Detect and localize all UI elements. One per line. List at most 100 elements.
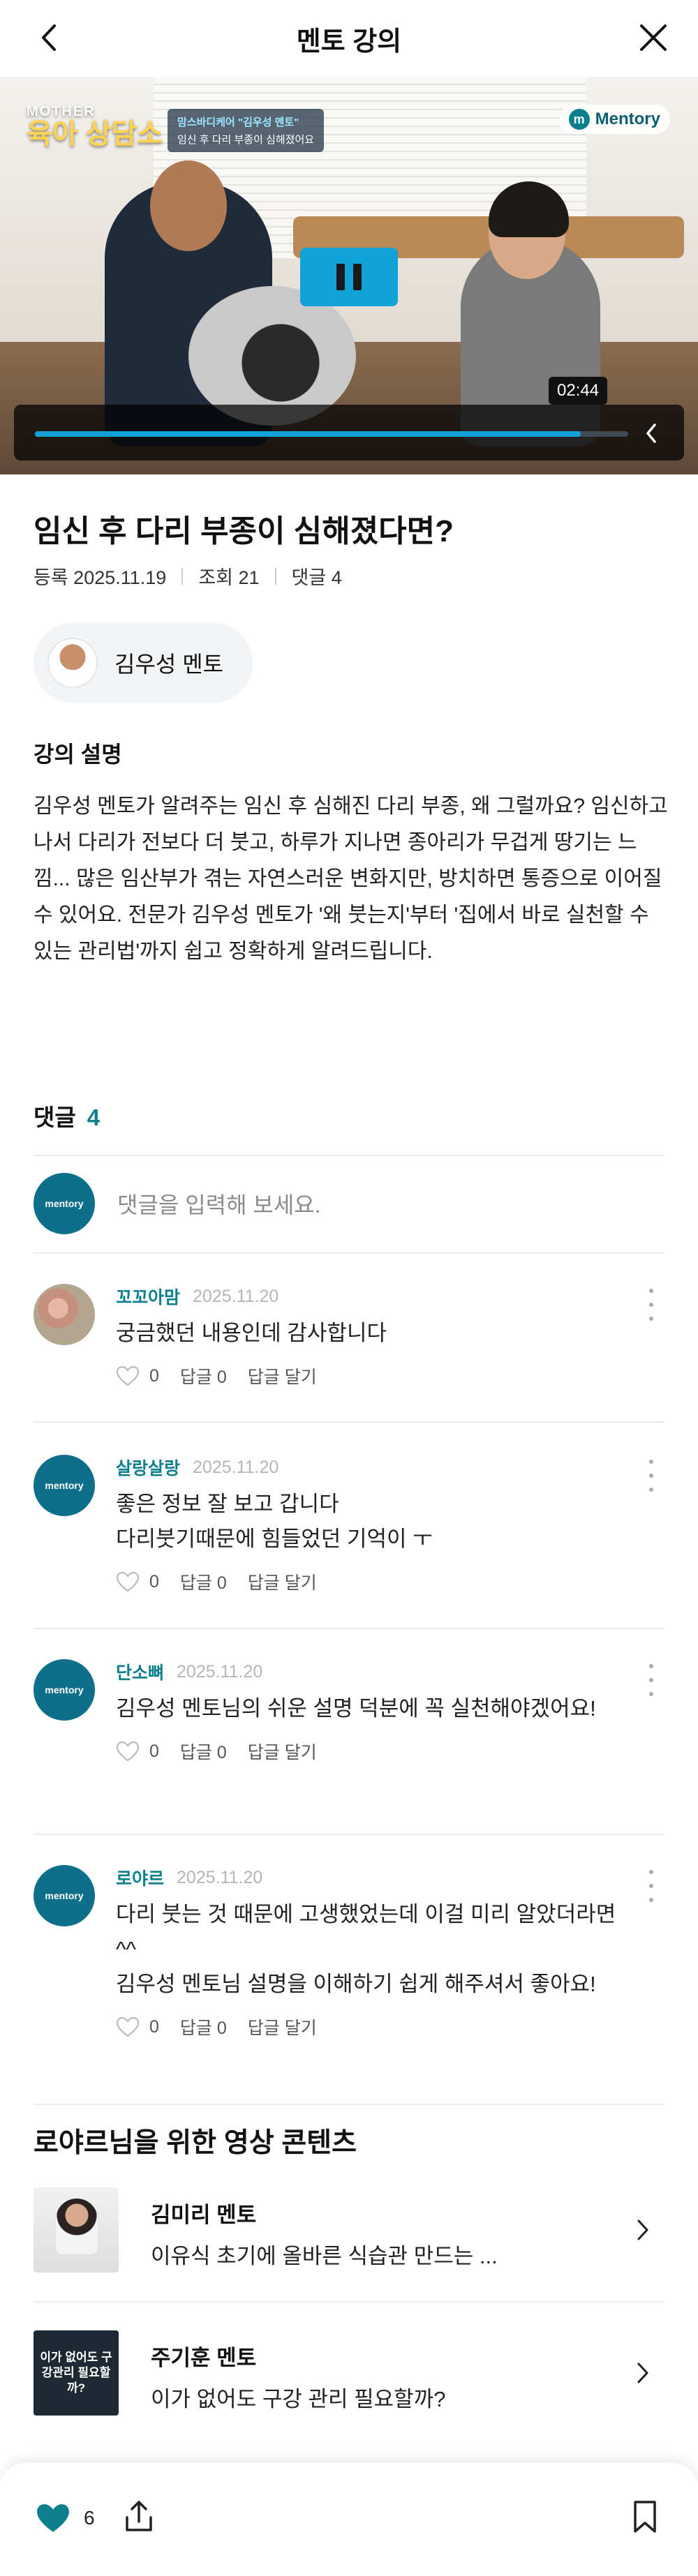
comment-date: 2025.11.20 [177,1661,263,1682]
recommend-item[interactable]: 김미리 멘토 이유식 초기에 올바른 식습관 만드는 ... [34,2187,664,2272]
reply-button[interactable]: 답글 달기 [248,1363,317,1388]
mentor-chip[interactable]: 김우성 멘토 [34,622,253,703]
divider [274,567,276,585]
mentor-avatar [47,638,98,688]
recommend-lecture: 이유식 초기에 올바른 식습관 만드는 ... [151,2244,498,2268]
recommend-heading: 로야르님을 위한 영상 콘텐츠 [34,2128,357,2158]
reply-count: 답글 0 [179,1743,227,1762]
like-button[interactable]: 0 [116,2016,159,2037]
comment-item: mentory 살랑살랑 2025.11.20 좋은 정보 잘 보고 갑니다 다… [34,1455,664,1593]
share-button[interactable] [123,2499,155,2538]
heart-outline-icon [116,1741,140,1762]
comment-item: mentory 단소뼈 2025.11.20 김우성 멘토님의 쉬운 설명 덕분… [34,1659,664,1792]
back-button[interactable] [28,17,70,59]
avatar [34,1284,95,1345]
like-button[interactable]: 0 [116,1571,159,1592]
comment-author: 로야르 [116,1869,165,1889]
like-button[interactable]: 0 [116,1741,159,1762]
comment-text: 좋은 정보 잘 보고 갑니다 다리붓기때문에 힘들었던 기억이 ㅜ [116,1492,433,1551]
comment-item: mentory 로야르 2025.11.20 다리 붓는 것 때문에 고생했었는… [34,1865,664,2074]
recommend-item[interactable]: 이가 없어도 구강관리 필요할까? 주기훈 멘토 이가 없어도 구강 관리 필요… [34,2330,664,2416]
current-time: 02:44 [549,377,608,405]
divider [34,1252,664,1254]
comments-count: 4 [87,1104,101,1130]
bottom-action-bar: 6 [0,2463,698,2576]
registered-date: 등록 2025.11.19 [34,567,167,588]
show-logo: MOTHER 육아 상담소 [27,104,163,149]
comment-text: 김우성 멘토님의 쉬운 설명 덕분에 꼭 실천해야겠어요! [116,1696,596,1721]
avatar: mentory [34,1865,95,1926]
reply-button[interactable]: 답글 달기 [248,1569,317,1594]
progress-bar[interactable] [35,431,628,437]
reply-button[interactable]: 답글 달기 [248,1739,317,1764]
kebab-icon [649,1460,653,1464]
description-heading: 강의 설명 [34,742,122,767]
comment-author: 꼬꼬아맘 [116,1288,181,1308]
share-icon [126,2501,152,2531]
comment-input[interactable]: mentory 댓글을 입력해 보세요. [34,1172,664,1235]
recommend-lecture: 이가 없어도 구강 관리 필요할까? [151,2387,446,2411]
recommend-mentor: 주기훈 멘토 [151,2346,257,2370]
like-count: 6 [84,2507,95,2529]
avatar: mentory [34,1455,95,1516]
divider [34,2104,664,2105]
comment-input-placeholder[interactable]: 댓글을 입력해 보세요. [117,1188,321,1220]
heart-outline-icon [116,2016,140,2037]
divider [34,1155,664,1156]
lecture-meta: 등록 2025.11.19 조회 21 댓글 4 [34,562,342,590]
more-options-button[interactable] [641,1284,662,1326]
bookmark-button[interactable] [631,2499,659,2538]
pause-button[interactable] [300,248,398,306]
heart-filled-icon [37,2504,69,2532]
mentory-logo-icon: m [568,109,590,130]
avatar: mentory [34,1173,95,1234]
divider [34,2301,664,2302]
kebab-icon [649,1870,653,1874]
comment-count: 댓글 4 [291,567,342,588]
like-count: 0 [149,1365,159,1386]
brand-logo: m Mentory [558,105,670,134]
reply-button[interactable]: 답글 달기 [248,2014,317,2039]
close-icon [640,24,667,51]
chevron-left-icon [42,24,56,51]
divider [34,1421,664,1423]
video-thumbnail [34,2187,119,2272]
video-player[interactable]: MOTHER 육아 상담소 맘스바디케어 "김우성 멘토" 임신 후 다리 부종… [0,77,698,474]
video-controls [14,405,684,460]
video-thumbnail: 이가 없어도 구강관리 필요할까? [34,2330,119,2416]
reply-count: 답글 0 [179,1573,227,1593]
page-title: 멘토 강의 [296,27,402,57]
reply-count: 답글 0 [179,2019,227,2038]
like-button[interactable]: 0 [116,1365,159,1386]
divider [34,1628,664,1629]
more-options-button[interactable] [641,1455,662,1497]
heart-outline-icon [116,1571,140,1592]
divider [34,1834,664,1835]
chevron-right-icon [625,2356,660,2390]
like-button[interactable]: 6 [35,2502,95,2534]
chevron-right-icon [625,2212,660,2247]
mentor-name: 김우성 멘토 [114,652,224,677]
reply-count: 답글 0 [179,1368,227,1387]
comment-item: 꼬꼬아맘 2025.11.20 궁금했던 내용인데 감사합니다 0 답글 0 답… [34,1284,664,1387]
collapse-button[interactable] [634,416,669,451]
recommend-mentor: 김미리 멘토 [151,2203,257,2227]
avatar: mentory [34,1659,95,1721]
like-count: 0 [149,2016,159,2037]
chevron-left-icon [646,424,656,443]
comments-heading: 댓글 4 [34,1104,101,1130]
progress-fill [35,431,581,437]
more-options-button[interactable] [641,1865,662,1907]
view-count: 조회 21 [198,567,260,588]
like-count: 0 [149,1741,159,1761]
comment-text: 다리 붓는 것 때문에 고생했었는데 이걸 미리 알았더라면^^ 김우성 멘토님… [116,1902,616,1996]
kebab-icon [649,1289,653,1293]
comment-date: 2025.11.20 [177,1867,263,1887]
bookmark-icon [634,2501,656,2533]
more-options-button[interactable] [641,1659,662,1701]
top-bar: 멘토 강의 [0,0,698,77]
pause-icon [336,264,345,290]
like-count: 0 [149,1571,159,1592]
close-button[interactable] [631,15,676,60]
comment-text: 궁금했던 내용인데 감사합니다 [116,1321,387,1345]
